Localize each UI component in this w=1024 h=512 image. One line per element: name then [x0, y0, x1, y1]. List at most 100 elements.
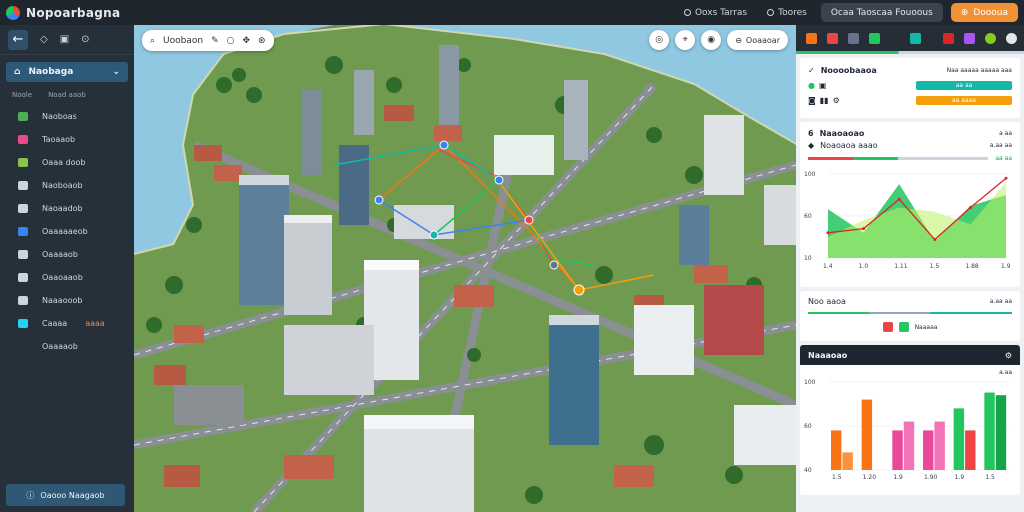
bars-value: a.aa	[999, 369, 1012, 376]
bus-icon	[18, 319, 28, 328]
legend-swatch-red	[882, 322, 893, 332]
footer-label: Oaooo Naagaob	[40, 490, 105, 500]
layers-dropdown[interactable]: ⌂ Naobaga ⌄	[6, 62, 128, 82]
x-tick-label: 1.9	[955, 474, 965, 481]
summary-bar-2: aa aaaa	[916, 96, 1012, 105]
tab-lime-icon[interactable]	[985, 32, 996, 44]
gear-icon	[18, 181, 28, 190]
trend-bar-row: aa aa	[800, 155, 1020, 162]
sidebar-item-label: Oaaa doob	[42, 158, 86, 167]
sidebar-item[interactable]: Naaaooob	[0, 289, 134, 312]
calendar-icon[interactable]: ▣	[60, 34, 69, 45]
card-subtitle: Naa aaaaa aaaaa aaa	[946, 67, 1012, 74]
trend-value-3: aa aa	[995, 155, 1012, 162]
bar	[953, 408, 965, 470]
x-tick-label: 1.5	[985, 474, 995, 481]
sidebar-item[interactable]: Oaaaaob	[0, 243, 134, 266]
bar	[934, 421, 945, 470]
trend-progress	[808, 157, 988, 160]
heart-icon	[18, 250, 28, 259]
compass-icon[interactable]: ⊛	[258, 36, 266, 46]
status-green-icon: ●	[808, 81, 815, 90]
trend-subtitle: Noaoaoa aaao	[820, 141, 878, 150]
bar	[965, 430, 976, 470]
top-right-actions: Ooxs Tarras Toores Ocaa Taoscaa Fouoous …	[678, 2, 1018, 23]
map-layer-pill[interactable]: ⊖ Ooaaoar	[727, 30, 788, 50]
bar	[984, 392, 995, 470]
sidebar-item[interactable]: Naoboas	[0, 105, 134, 128]
top-action-button[interactable]: ⊕ Doooua	[950, 3, 1018, 22]
sub-label: Noad aaob	[48, 91, 86, 99]
sidebar-item[interactable]: Caaaa aaaa	[0, 312, 134, 335]
globe-icon[interactable]: ◉	[701, 30, 722, 50]
tab-teal-icon[interactable]	[910, 32, 921, 44]
link-icon[interactable]: ⊙	[81, 34, 89, 45]
sidebar-item-badge: aaaa	[85, 319, 105, 328]
dropdown-label: Naobaga	[28, 67, 74, 77]
sidebar-item[interactable]: Naoaadob	[0, 197, 134, 220]
bar-chart: 100 60 40 1.5 1.20 1.9 1.90 1.9 1.5	[804, 379, 1012, 481]
tab-orange-icon[interactable]	[806, 32, 817, 44]
map-pill-label: Ooaaoar	[745, 35, 780, 45]
minus-circle-icon: ⊖	[735, 35, 742, 45]
metric-value: a.aa aa	[989, 298, 1012, 305]
tab-purple-icon[interactable]	[964, 32, 975, 44]
tab-green-icon[interactable]	[869, 32, 880, 44]
sidebar-item-label: Caaaa	[42, 319, 68, 328]
bar	[892, 430, 903, 470]
tag-icon[interactable]: ◇	[40, 34, 48, 45]
layers-icon: ⌂	[14, 67, 21, 77]
sidebar-item[interactable]: Naoboaob	[0, 174, 134, 197]
top-pill-button[interactable]: Ocaa Taoscaa Fouoous	[820, 3, 943, 22]
sidebar-item[interactable]: Oaaaaob	[0, 335, 134, 358]
plus-icon: ⊕	[960, 7, 969, 18]
x-tick-label: 1.11	[894, 263, 908, 270]
top-link-1[interactable]: Toores	[761, 8, 813, 18]
circle-icon	[767, 9, 775, 16]
sidebar-item[interactable]: Oaaaaaeob	[0, 220, 134, 243]
locate-icon[interactable]: ◎	[649, 30, 670, 50]
sidebar-footer-button[interactable]: ⓘ Oaooo Naagaob	[6, 484, 125, 506]
legend-swatch-green	[898, 322, 909, 332]
pill-label: Ocaa Taoscaa Fouoous	[830, 7, 933, 18]
sidebar-item[interactable]: Oaaa doob	[0, 151, 134, 174]
line-point	[897, 197, 901, 201]
tab-avatar-icon[interactable]	[1006, 32, 1017, 44]
sidebar-item-label: Naoaadob	[42, 204, 83, 213]
cube-icon: ▣	[818, 81, 827, 90]
metric-header: Noo aaoa a.aa aa	[800, 297, 1020, 306]
metric-progress	[808, 312, 1012, 314]
app-title: Nopoarbagna	[26, 5, 121, 20]
x-tick-label: 1.20	[863, 474, 877, 481]
sidebar-item[interactable]: Oaaoaaob	[0, 266, 134, 289]
brush-icon[interactable]: ✎	[211, 36, 219, 46]
x-tick-label: 1.4	[823, 263, 833, 270]
line-point	[1004, 176, 1008, 180]
sidebar-item-label: Taoaaob	[42, 135, 76, 144]
building-icon	[18, 112, 28, 121]
summary-header: ✓ Noooobaaoa Naa aaaaa aaaaa aaa	[800, 66, 1020, 75]
tab-red-icon[interactable]	[827, 32, 838, 44]
bars-value-row: a.aa	[800, 365, 1020, 376]
bar	[831, 430, 842, 470]
app-logo-icon	[6, 5, 20, 20]
pin-icon[interactable]: ⌖	[675, 30, 696, 50]
bars-settings-icon[interactable]: ⚙	[1005, 351, 1012, 360]
user-icon: ◙	[808, 96, 816, 105]
sidebar-item[interactable]: Taoaaob	[0, 128, 134, 151]
tab-crimson-icon[interactable]	[943, 32, 954, 44]
map-search-toolbar[interactable]: ⌕ Uoobaon ✎ ○ ✥ ⊛	[142, 30, 274, 51]
circle-tool-icon[interactable]: ○	[227, 36, 235, 46]
pan-icon[interactable]: ✥	[243, 36, 251, 46]
top-link-label: Ooxs Tarras	[694, 7, 748, 18]
tab-dark-icon[interactable]	[848, 32, 859, 44]
line-point	[862, 227, 866, 231]
y-tick-label: 40	[804, 467, 812, 474]
chevron-down-icon: ⌄	[112, 67, 120, 77]
none	[18, 342, 28, 351]
top-link-0[interactable]: Ooxs Tarras	[678, 8, 753, 18]
analytics-panel: ✓ Noooobaaoa Naa aaaaa aaaaa aaa ● ▣ aa aa…	[796, 25, 1024, 512]
back-arrow-icon[interactable]: ←	[8, 29, 28, 50]
summary-row-1: ● ▣ aa aa	[800, 81, 1020, 90]
city-map[interactable]: ⌕ Uoobaon ✎ ○ ✥ ⊛ ◎ ⌖ ◉ ⊖ Ooaaoar	[134, 25, 796, 512]
